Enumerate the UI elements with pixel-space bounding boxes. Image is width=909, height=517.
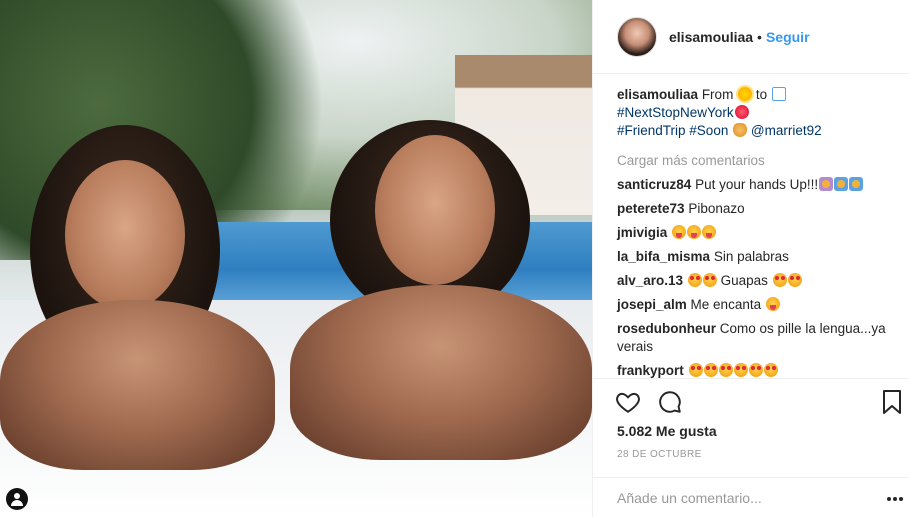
avatar[interactable] xyxy=(617,16,657,57)
caption-username[interactable]: elisamouliaa xyxy=(617,87,698,102)
comment-item: peterete73 Pibonazo xyxy=(617,200,902,218)
post-date: 28 DE OCTUBRE xyxy=(617,449,702,460)
comment-username[interactable]: frankyport xyxy=(617,363,684,378)
comment-item: santicruz84 Put your hands Up!!! xyxy=(617,176,902,194)
heart-eyes-emoji-icon xyxy=(687,273,702,287)
action-icons xyxy=(615,389,683,415)
comment-username[interactable]: peterete73 xyxy=(617,201,685,216)
post-sidebar: elisamouliaa • Seguir elisamouliaa From … xyxy=(592,0,909,517)
comment-item: rosedubonheur Como os pille la lengua...… xyxy=(617,320,902,356)
heart-icon[interactable] xyxy=(615,389,641,415)
raised-hands-emoji-icon xyxy=(849,177,864,191)
ok-hand-emoji-icon xyxy=(733,123,748,137)
caption-to: to xyxy=(755,87,768,102)
heart-eyes-emoji-icon xyxy=(702,273,717,287)
heart-eyes-emoji-icon xyxy=(748,363,763,377)
photo-person-right-body xyxy=(290,285,592,460)
comments-area: elisamouliaa From to #NextStopNewYork #F… xyxy=(617,86,902,386)
pray-emoji-icon xyxy=(819,177,834,191)
tongue-emoji-icon xyxy=(702,225,717,239)
comment-item: alv_aro.13 Guapas xyxy=(617,272,902,290)
heart-eyes-emoji-icon xyxy=(718,363,733,377)
header-username[interactable]: elisamouliaa xyxy=(669,29,753,45)
snowflake-emoji-icon xyxy=(771,87,786,101)
follow-button[interactable]: Seguir xyxy=(766,29,810,45)
comment-input[interactable] xyxy=(617,486,867,510)
hashtag-friendtrip[interactable]: #FriendTrip xyxy=(617,123,686,138)
comment-username[interactable]: la_bifa_misma xyxy=(617,249,710,264)
tongue-emoji-icon xyxy=(687,225,702,239)
heart-eyes-emoji-icon xyxy=(688,363,703,377)
hashtag-soon[interactable]: #Soon xyxy=(689,123,728,138)
caption-from: From xyxy=(701,87,734,102)
photo-person-left-body xyxy=(0,300,275,470)
savoring-emoji-icon xyxy=(765,297,780,311)
add-comment-section xyxy=(593,477,909,517)
comment-text: Sin palabras xyxy=(713,249,789,264)
heart-emoji-icon xyxy=(734,105,749,119)
comment-text: Me encanta xyxy=(690,297,762,312)
comment-username[interactable]: josepi_alm xyxy=(617,297,687,312)
comment-username[interactable]: santicruz84 xyxy=(617,177,691,192)
load-more-comments[interactable]: Cargar más comentarios xyxy=(617,152,902,170)
post-actions: 5.082 Me gusta 28 DE OCTUBRE xyxy=(593,378,909,517)
mention-marriet92[interactable]: @marriet92 xyxy=(751,123,822,138)
caption: elisamouliaa From to #NextStopNewYork #F… xyxy=(617,86,902,140)
sun-emoji-icon xyxy=(738,87,753,101)
photo-person-right-face xyxy=(375,135,495,285)
hashtag-nextstopnewyork[interactable]: #NextStopNewYork xyxy=(617,105,734,120)
tongue-emoji-icon xyxy=(672,225,687,239)
tagged-users-icon[interactable] xyxy=(6,488,28,510)
photo-person-left-face xyxy=(65,160,185,310)
heart-eyes-emoji-icon xyxy=(787,273,802,287)
raised-hands-emoji-icon xyxy=(834,177,849,191)
comment-text: Guapas xyxy=(720,273,768,288)
heart-eyes-emoji-icon xyxy=(733,363,748,377)
heart-eyes-emoji-icon xyxy=(772,273,787,287)
comment-item: jmivigia xyxy=(617,224,902,242)
header-separator: • xyxy=(757,28,762,45)
comment-icon[interactable] xyxy=(657,389,683,415)
post-photo[interactable] xyxy=(0,0,592,517)
comment-text: Put your hands Up!!! xyxy=(695,177,819,192)
comment-username[interactable]: jmivigia xyxy=(617,225,667,240)
heart-eyes-emoji-icon xyxy=(703,363,718,377)
likes-count[interactable]: 5.082 Me gusta xyxy=(617,423,717,439)
heart-eyes-emoji-icon xyxy=(763,363,778,377)
comment-text: Pibonazo xyxy=(688,201,745,216)
post-header: elisamouliaa • Seguir xyxy=(593,0,909,74)
comment-username[interactable]: rosedubonheur xyxy=(617,321,716,336)
bookmark-icon[interactable] xyxy=(881,389,903,415)
comment-item: la_bifa_misma Sin palabras xyxy=(617,248,902,266)
comment-username[interactable]: alv_aro.13 xyxy=(617,273,683,288)
more-options-icon[interactable] xyxy=(886,496,904,502)
comment-item: josepi_alm Me encanta xyxy=(617,296,902,314)
